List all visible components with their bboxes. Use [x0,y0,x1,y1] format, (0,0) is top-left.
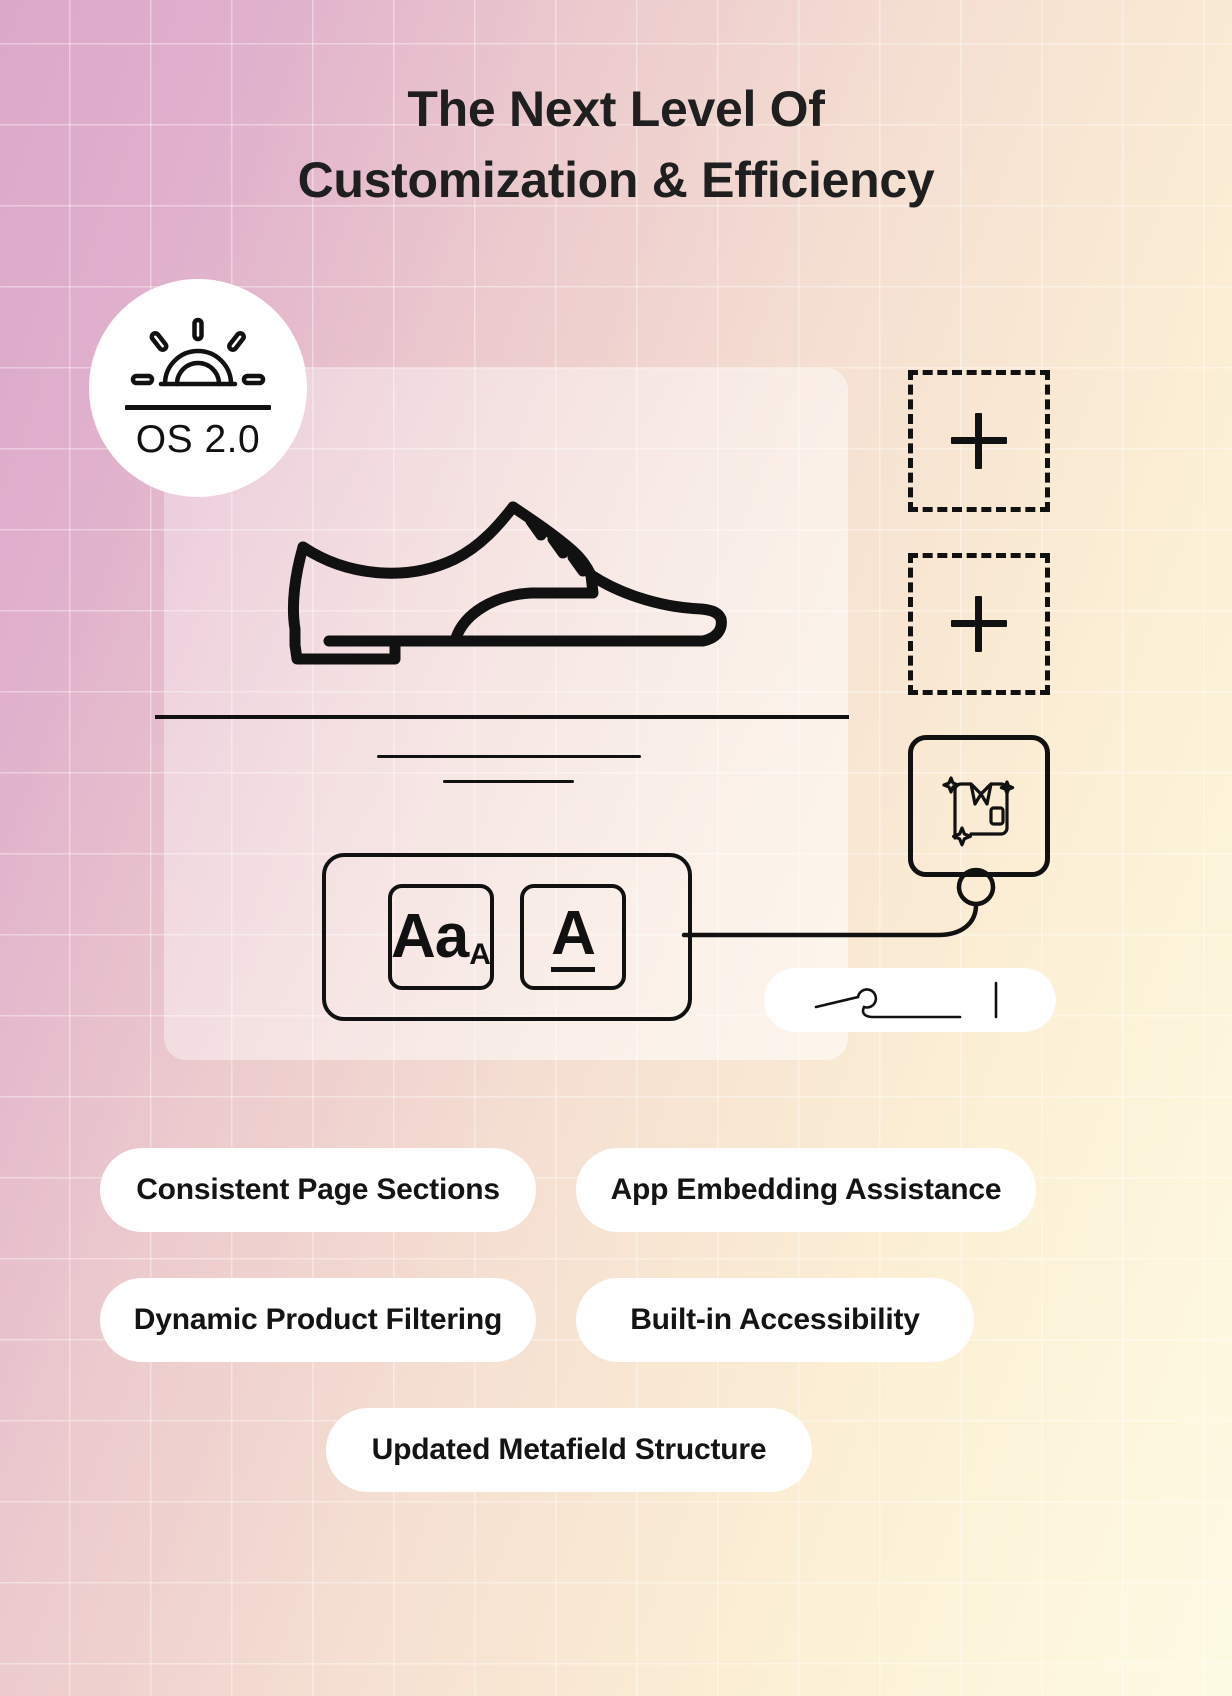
add-section-block-1[interactable] [908,370,1050,512]
feature-label: Dynamic Product Filtering [133,1303,503,1336]
feature-app-embedding-assistance[interactable]: App Embedding Assistance [576,1148,1036,1232]
feature-built-in-accessibility[interactable]: Built-in Accessibility [576,1278,974,1362]
font-size-option-subscript: A [469,938,491,971]
feature-label: Built-in Accessibility [630,1303,920,1336]
add-section-block-2[interactable] [908,553,1050,695]
needle-thread-pill [764,968,1056,1032]
sunrise-icon [130,317,266,386]
font-style-option-label: A [551,902,596,972]
text-placeholder-line-1 [377,755,641,758]
dress-shoe-icon [287,501,727,665]
feature-label: App Embedding Assistance [610,1173,1002,1206]
typography-controls[interactable]: Aa A A [322,853,692,1021]
needle-thread-icon [814,981,998,1019]
page-title-line-2: Customization & Efficiency [297,152,935,208]
feature-label: Updated Metafield Structure [371,1433,767,1466]
feature-consistent-page-sections[interactable]: Consistent Page Sections [100,1148,536,1232]
os-version-label: OS 2.0 [135,417,261,461]
content-divider [155,715,849,719]
infographic-stage: The Next Level Of Customization & Effici… [0,0,1232,1696]
feature-dynamic-product-filtering[interactable]: Dynamic Product Filtering [100,1278,536,1362]
page-title: The Next Level Of Customization & Effici… [0,74,1232,216]
page-title-line-1: The Next Level Of [407,81,825,137]
font-size-option[interactable]: Aa A [388,884,494,990]
text-placeholder-line-2 [443,780,574,783]
feature-label: Consistent Page Sections [136,1173,500,1206]
font-size-option-label: Aa [391,902,469,971]
font-style-option[interactable]: A [520,884,626,990]
plus-icon [951,413,1007,469]
badge-rule [125,404,271,410]
connector-line [681,867,996,938]
feature-updated-metafield-structure[interactable]: Updated Metafield Structure [326,1408,812,1492]
shirt-sparkle-icon [942,776,1015,847]
plus-icon [951,596,1007,652]
os-version-badge: OS 2.0 [89,279,307,497]
